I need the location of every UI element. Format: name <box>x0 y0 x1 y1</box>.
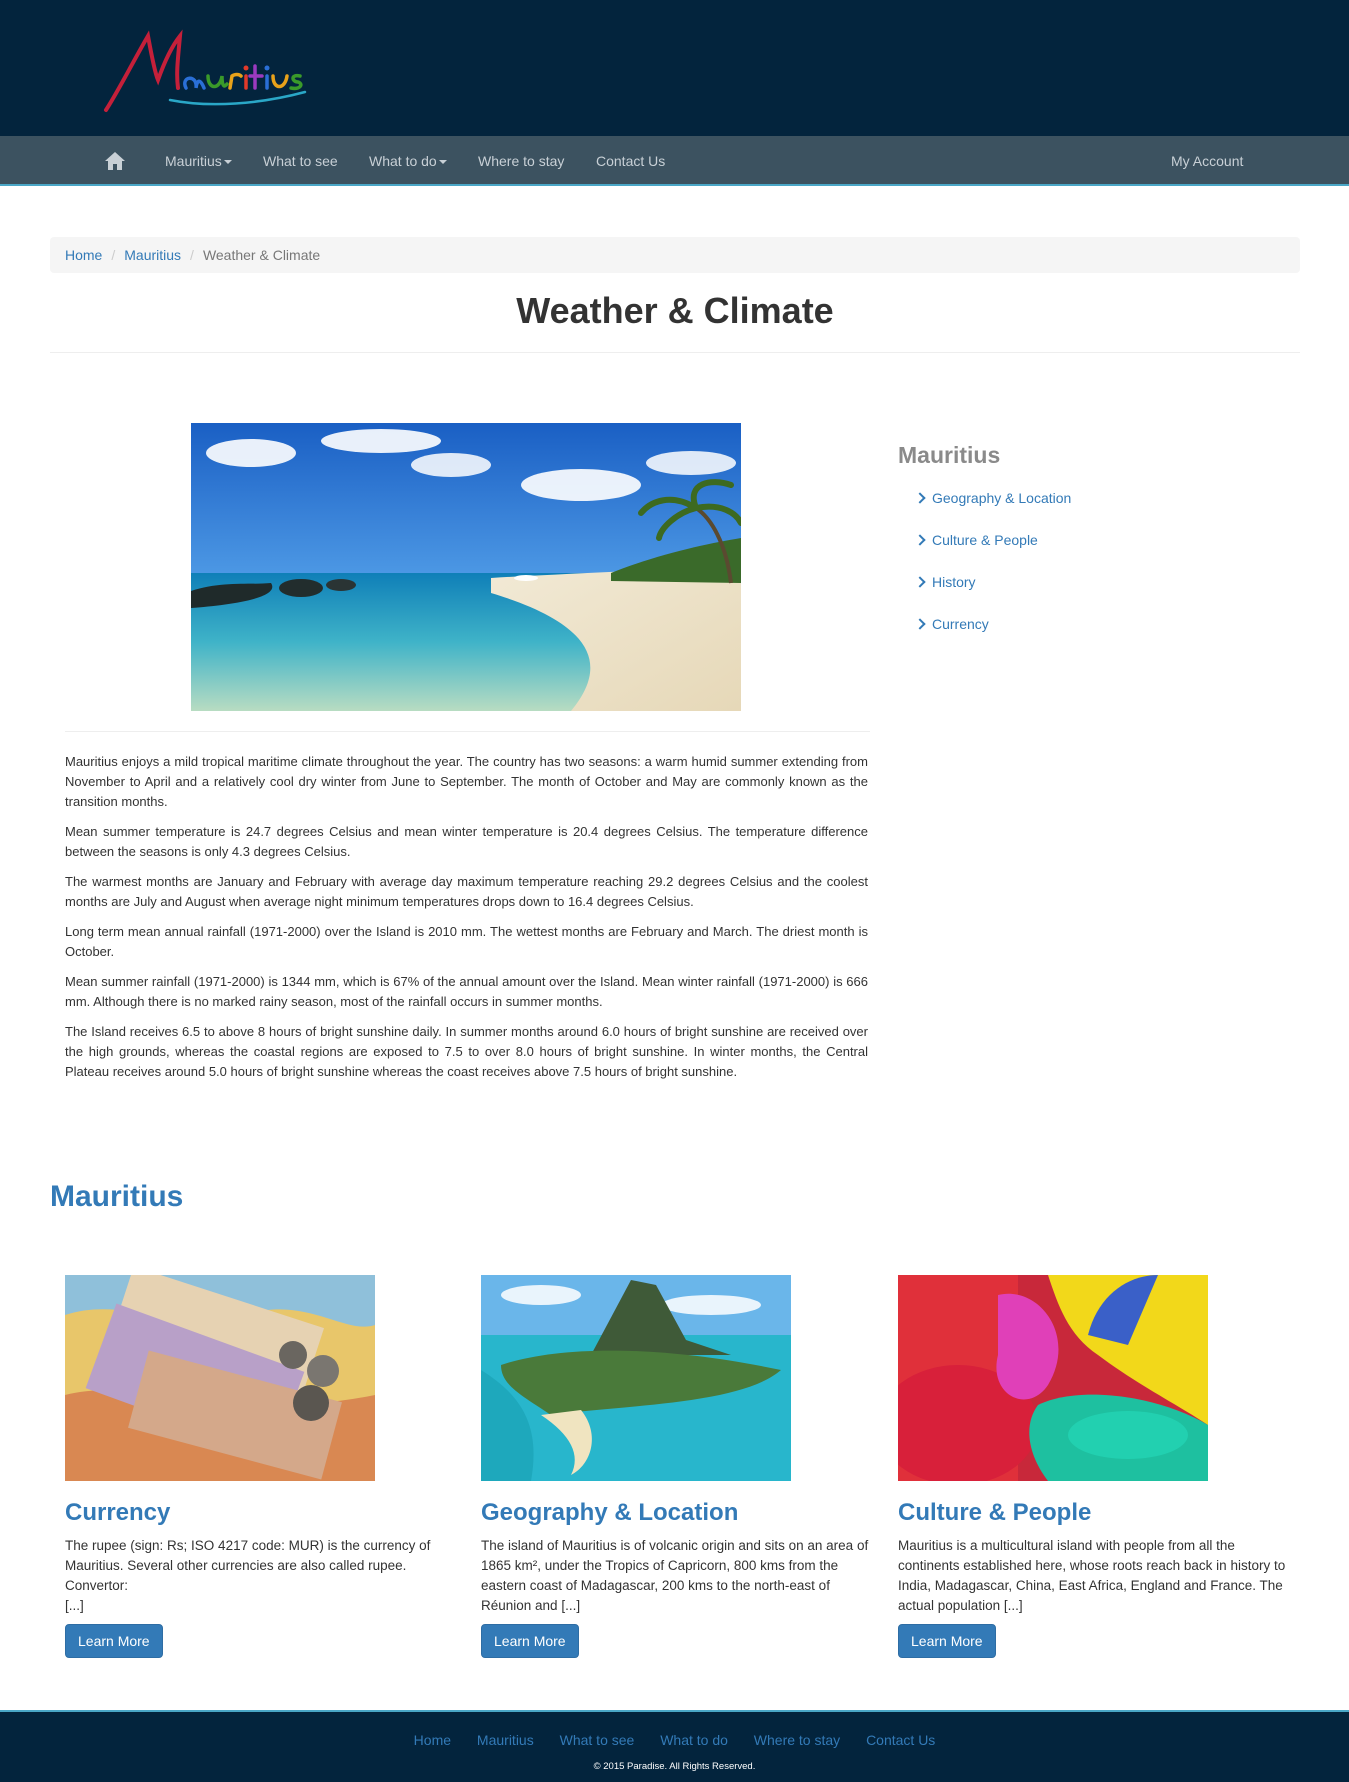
beach-image <box>191 423 741 711</box>
nav-label: What to do <box>369 153 437 169</box>
card-title: Geography & Location <box>481 1499 739 1526</box>
article-paragraph: The Island receives 6.5 to above 8 hours… <box>65 1024 868 1079</box>
sidebar-item-label: Culture & People <box>932 532 1038 548</box>
footer-link-what-to-do[interactable]: What to do <box>660 1732 728 1748</box>
nav-what-to-see[interactable]: What to see <box>263 153 338 169</box>
chevron-right-icon <box>914 618 926 630</box>
article-paragraph: Mean summer rainfall (1971-2000) is 1344… <box>65 974 868 1009</box>
sidebar-title: Mauritius <box>898 442 1001 468</box>
sidebar-item-geography[interactable]: Geography & Location <box>914 490 1072 532</box>
main-navbar: Mauritius What to see What to do Where t… <box>0 136 1349 186</box>
article-paragraph: Mean summer temperature is 24.7 degrees … <box>65 824 868 859</box>
nav-where-to-stay[interactable]: Where to stay <box>478 153 564 169</box>
article-body: Mauritius enjoys a mild tropical maritim… <box>65 752 868 1092</box>
footer-link-mauritius[interactable]: Mauritius <box>477 1732 534 1748</box>
page-title: Weather & Climate <box>516 290 834 331</box>
card-currency: Currency The rupee (sign: Rs; ISO 4217 c… <box>65 1275 465 1658</box>
learn-more-button[interactable]: Learn More <box>65 1624 163 1658</box>
sidebar-item-label: Geography & Location <box>932 490 1072 506</box>
sidebar-item-label: Currency <box>932 616 989 632</box>
culture-image <box>898 1275 1208 1481</box>
article-paragraph: Long term mean annual rainfall (1971-200… <box>65 924 868 959</box>
sidebar-links: Geography & Location Culture & People Hi… <box>914 490 1072 658</box>
nav-mauritius[interactable]: Mauritius <box>165 153 232 169</box>
breadcrumb-separator: / <box>190 247 194 263</box>
card-text: Mauritius is a multicultural island with… <box>898 1538 1286 1613</box>
site-header <box>0 0 1349 136</box>
card-title: Currency <box>65 1499 171 1526</box>
copyright-text: © 2015 Paradise. All Rights Reserved. <box>593 1761 756 1772</box>
article-paragraph: Mauritius enjoys a mild tropical maritim… <box>65 754 868 809</box>
nav-label: Mauritius <box>165 153 222 169</box>
site-footer: Home Mauritius What to see What to do Wh… <box>0 1710 1349 1782</box>
site-logo[interactable] <box>100 18 330 118</box>
nav-contact-us[interactable]: Contact Us <box>596 153 665 169</box>
breadcrumb-separator: / <box>111 247 116 263</box>
home-icon[interactable] <box>104 151 126 171</box>
nav-what-to-do[interactable]: What to do <box>369 153 447 169</box>
learn-more-button[interactable]: Learn More <box>898 1624 996 1658</box>
footer-links: Home Mauritius What to see What to do Wh… <box>0 1732 1349 1748</box>
learn-more-button[interactable]: Learn More <box>481 1624 579 1658</box>
sidebar-item-history[interactable]: History <box>914 574 1071 616</box>
sidebar-item-label: History <box>932 574 976 590</box>
footer-link-home[interactable]: Home <box>414 1732 451 1748</box>
breadcrumb-current: Weather & Climate <box>202 247 321 263</box>
card-geography: Geography & Location The island of Mauri… <box>481 1275 881 1658</box>
breadcrumb-home[interactable]: Home <box>65 247 102 263</box>
divider <box>65 731 870 732</box>
card-text: The rupee (sign: Rs; ISO 4217 code: MUR)… <box>65 1536 460 1616</box>
chevron-right-icon <box>914 576 926 588</box>
article-paragraph: The warmest months are January and Febru… <box>65 874 868 909</box>
sidebar-item-culture[interactable]: Culture & People <box>914 532 1071 574</box>
footer-link-where-to-stay[interactable]: Where to stay <box>754 1732 840 1748</box>
sidebar-item-currency[interactable]: Currency <box>914 616 1071 658</box>
card-text-ellipsis: [...] <box>65 1598 84 1613</box>
card-text: The island of Mauritius is of volcanic o… <box>481 1538 869 1613</box>
divider <box>50 352 1300 353</box>
footer-link-what-to-see[interactable]: What to see <box>560 1732 635 1748</box>
nav-my-account[interactable]: My Account <box>1171 153 1243 169</box>
card-title: Culture & People <box>898 1499 1092 1526</box>
chevron-right-icon <box>914 534 926 546</box>
geography-image <box>481 1275 791 1481</box>
section-title: Mauritius <box>50 1180 184 1213</box>
footer-link-contact-us[interactable]: Contact Us <box>866 1732 935 1748</box>
chevron-right-icon <box>914 492 926 504</box>
card-text-body: The rupee (sign: Rs; ISO 4217 code: MUR)… <box>65 1538 431 1593</box>
currency-image <box>65 1275 375 1481</box>
breadcrumb-mauritius[interactable]: Mauritius <box>124 247 181 263</box>
card-culture: Culture & People Mauritius is a multicul… <box>898 1275 1298 1658</box>
caret-down-icon <box>223 160 232 165</box>
caret-down-icon <box>438 160 447 165</box>
breadcrumb: Home / Mauritius / Weather & Climate <box>50 237 1300 273</box>
